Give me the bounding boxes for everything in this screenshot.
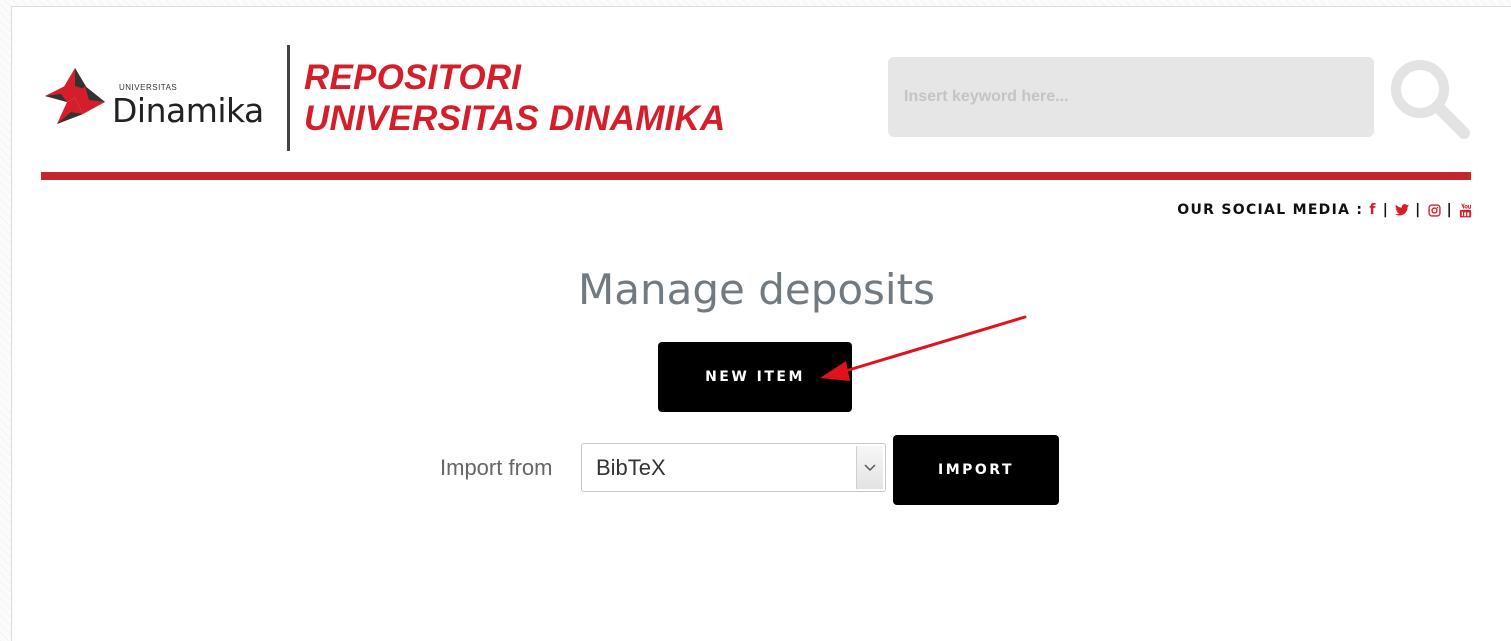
social-separator: | <box>1382 202 1390 218</box>
page: UNIVERSITAS Dinamika REPOSITORI UNIVERSI… <box>11 6 1511 641</box>
youtube-icon[interactable] <box>1459 202 1472 218</box>
screenshot-frame: UNIVERSITAS Dinamika REPOSITORI UNIVERSI… <box>0 0 1511 641</box>
search-input[interactable] <box>888 57 1374 137</box>
header-red-bar <box>41 172 1471 180</box>
import-button[interactable]: IMPORT <box>893 435 1059 505</box>
instagram-icon[interactable] <box>1427 203 1441 217</box>
facebook-icon[interactable]: f <box>1369 202 1376 218</box>
import-from-label: Import from <box>440 455 553 480</box>
logo-big-text: Dinamika <box>112 91 264 130</box>
header-divider <box>287 45 290 151</box>
social-media-label: OUR SOCIAL MEDIA : <box>1177 202 1364 218</box>
search-icon[interactable] <box>1386 55 1472 141</box>
chevron-down-icon[interactable] <box>856 446 883 489</box>
site-title-line2: UNIVERSITAS DINAMIKA <box>304 99 726 138</box>
site-title[interactable]: REPOSITORI UNIVERSITAS DINAMIKA <box>304 57 725 139</box>
import-format-value: BibTeX <box>596 455 666 480</box>
page-title: Manage deposits <box>578 265 935 314</box>
site-title-line1: REPOSITORI <box>304 58 522 97</box>
social-separator: | <box>1446 202 1453 218</box>
social-separator: | <box>1415 202 1422 218</box>
import-format-select[interactable]: BibTeX <box>581 443 886 492</box>
social-media-bar: OUR SOCIAL MEDIA : f | | | <box>1177 202 1472 218</box>
twitter-icon[interactable] <box>1395 204 1410 216</box>
dinamika-logo-icon[interactable] <box>42 65 108 131</box>
new-item-button[interactable]: NEW ITEM <box>658 342 852 412</box>
